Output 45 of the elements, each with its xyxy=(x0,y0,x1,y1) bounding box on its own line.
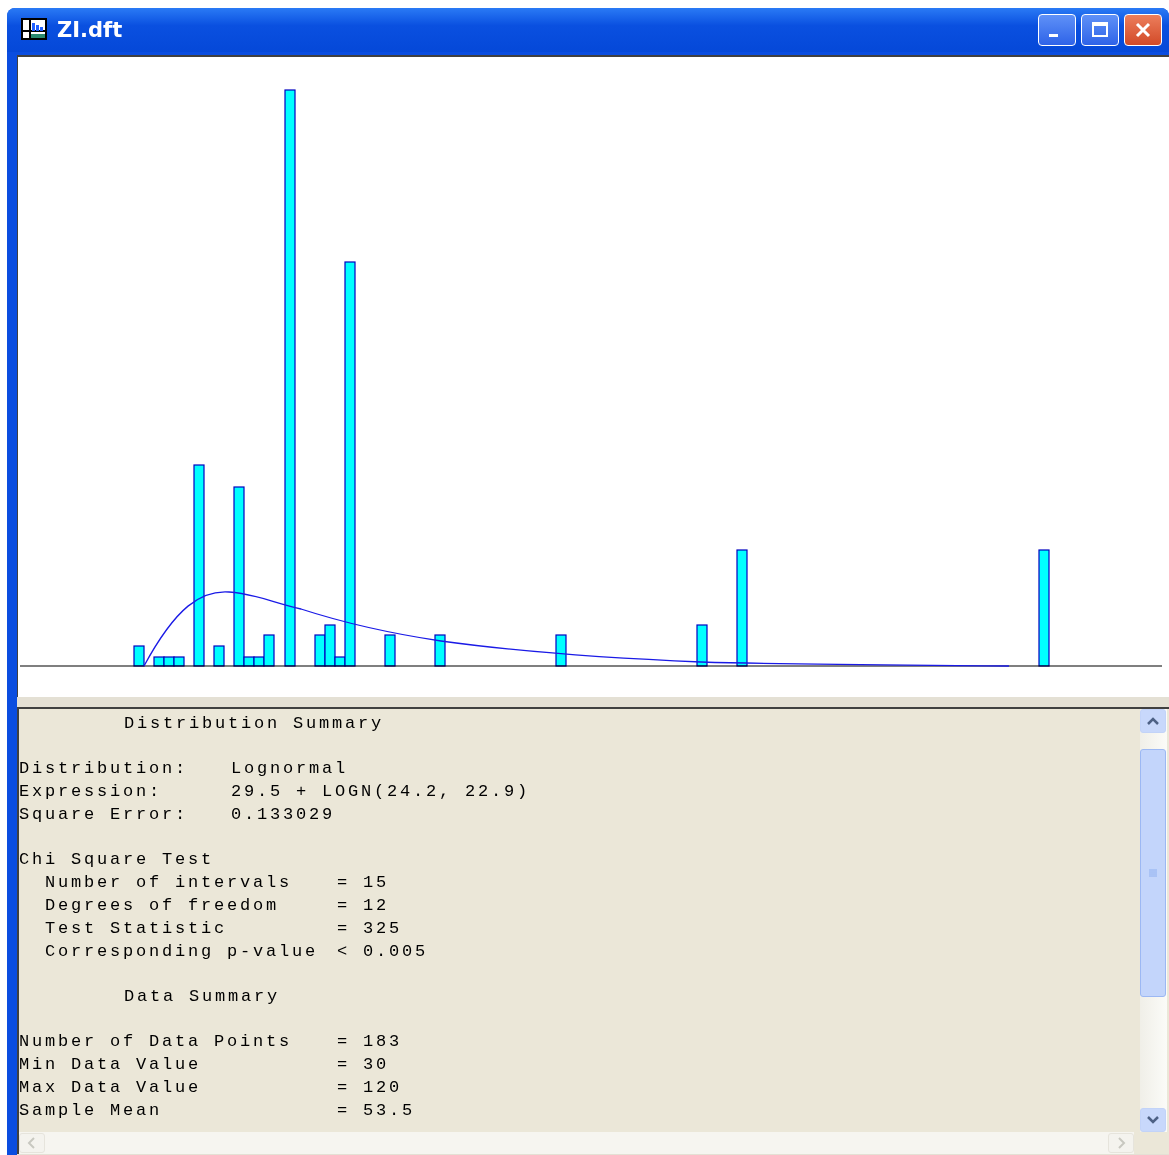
stat-value: = 325 xyxy=(337,918,402,940)
stat-label: Corresponding p-value xyxy=(45,941,320,963)
stat-value: = 30 xyxy=(337,1054,389,1076)
stat-label: Number of Data Points xyxy=(19,1031,294,1053)
histogram-bar xyxy=(213,645,225,667)
window-title: ZI.dft xyxy=(57,18,123,42)
vertical-scrollbar[interactable] xyxy=(1140,709,1167,1132)
stat-value: < 0.005 xyxy=(337,941,428,963)
maximize-icon xyxy=(1090,20,1110,40)
section-heading: Distribution Summary xyxy=(123,713,386,735)
field-label: Square Error: xyxy=(19,804,190,826)
field-value: 0.133029 xyxy=(231,804,335,826)
section-title: Chi Square Test xyxy=(19,849,216,871)
stat-value: = 120 xyxy=(337,1077,402,1099)
scroll-thumb[interactable] xyxy=(1140,749,1166,997)
stat-label: Max Data Value xyxy=(19,1077,203,1099)
scroll-down-button[interactable] xyxy=(1140,1108,1166,1132)
close-button[interactable] xyxy=(1124,14,1162,46)
field-label: Expression: xyxy=(19,781,164,803)
stat-value: = 183 xyxy=(337,1031,402,1053)
maximize-button[interactable] xyxy=(1081,14,1119,46)
close-icon xyxy=(1133,20,1153,40)
chart-icon xyxy=(21,18,49,42)
minimize-button[interactable] xyxy=(1038,14,1076,46)
stat-label: Number of intervals xyxy=(45,872,294,894)
field-label: Distribution: xyxy=(19,758,190,780)
histogram-bar xyxy=(434,634,446,667)
stat-label: Min Data Value xyxy=(19,1054,203,1076)
stat-label: Degrees of freedom xyxy=(45,895,281,917)
stat-value: = 12 xyxy=(337,895,389,917)
histogram-bar xyxy=(384,634,396,667)
scroll-up-button[interactable] xyxy=(1140,709,1166,733)
field-value: Lognormal xyxy=(231,758,348,780)
stat-label: Test Statistic xyxy=(45,918,229,940)
section-heading: Data Summary xyxy=(123,986,282,1008)
stat-value: = 53.5 xyxy=(337,1100,415,1122)
histogram-bar xyxy=(133,645,145,667)
grip-icon xyxy=(1148,868,1158,878)
minimize-icon xyxy=(1048,33,1058,37)
histogram-bar xyxy=(555,634,567,667)
stat-label: Sample Mean xyxy=(19,1100,164,1122)
field-value: 29.5 + LOGN(24.2, 22.9) xyxy=(231,781,531,803)
histogram-bar xyxy=(173,656,185,667)
stat-value: = 15 xyxy=(337,872,389,894)
histogram-bar xyxy=(696,624,708,667)
